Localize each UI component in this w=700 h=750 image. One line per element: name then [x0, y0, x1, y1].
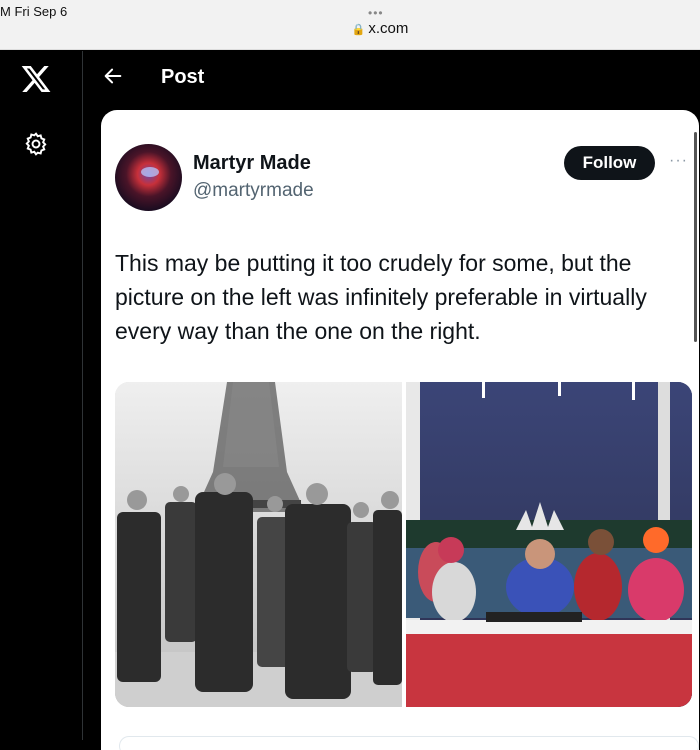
- avatar[interactable]: [115, 144, 182, 211]
- sidebar: [0, 51, 83, 740]
- more-options-icon[interactable]: ···: [669, 152, 688, 170]
- post-actions-area: [119, 736, 699, 750]
- page-title: Post: [161, 66, 205, 88]
- gear-icon[interactable]: [23, 131, 49, 157]
- address-bar[interactable]: 🔒 x.com: [0, 20, 700, 37]
- status-datetime: M Fri Sep 6: [0, 4, 68, 19]
- browser-status-bar: M Fri Sep 6 ••• 🔒 x.com: [0, 0, 700, 50]
- follow-button[interactable]: Follow: [564, 146, 655, 180]
- tab-dots[interactable]: •••: [368, 6, 384, 20]
- author-handle[interactable]: @martyrmade: [193, 180, 314, 202]
- post-image-right[interactable]: [406, 382, 692, 707]
- lock-icon: 🔒: [351, 24, 366, 36]
- post-image-left[interactable]: [115, 382, 402, 707]
- arrow-left-icon[interactable]: [102, 65, 124, 87]
- url-text: x.com: [368, 20, 409, 37]
- page-header: Post: [84, 51, 700, 109]
- author-name[interactable]: Martyr Made: [193, 152, 311, 175]
- x-logo-icon[interactable]: [20, 63, 52, 95]
- post-text: This may be putting it too crudely for s…: [115, 250, 647, 344]
- post-card: Martyr Made @martyrmade Follow ··· This …: [101, 110, 699, 750]
